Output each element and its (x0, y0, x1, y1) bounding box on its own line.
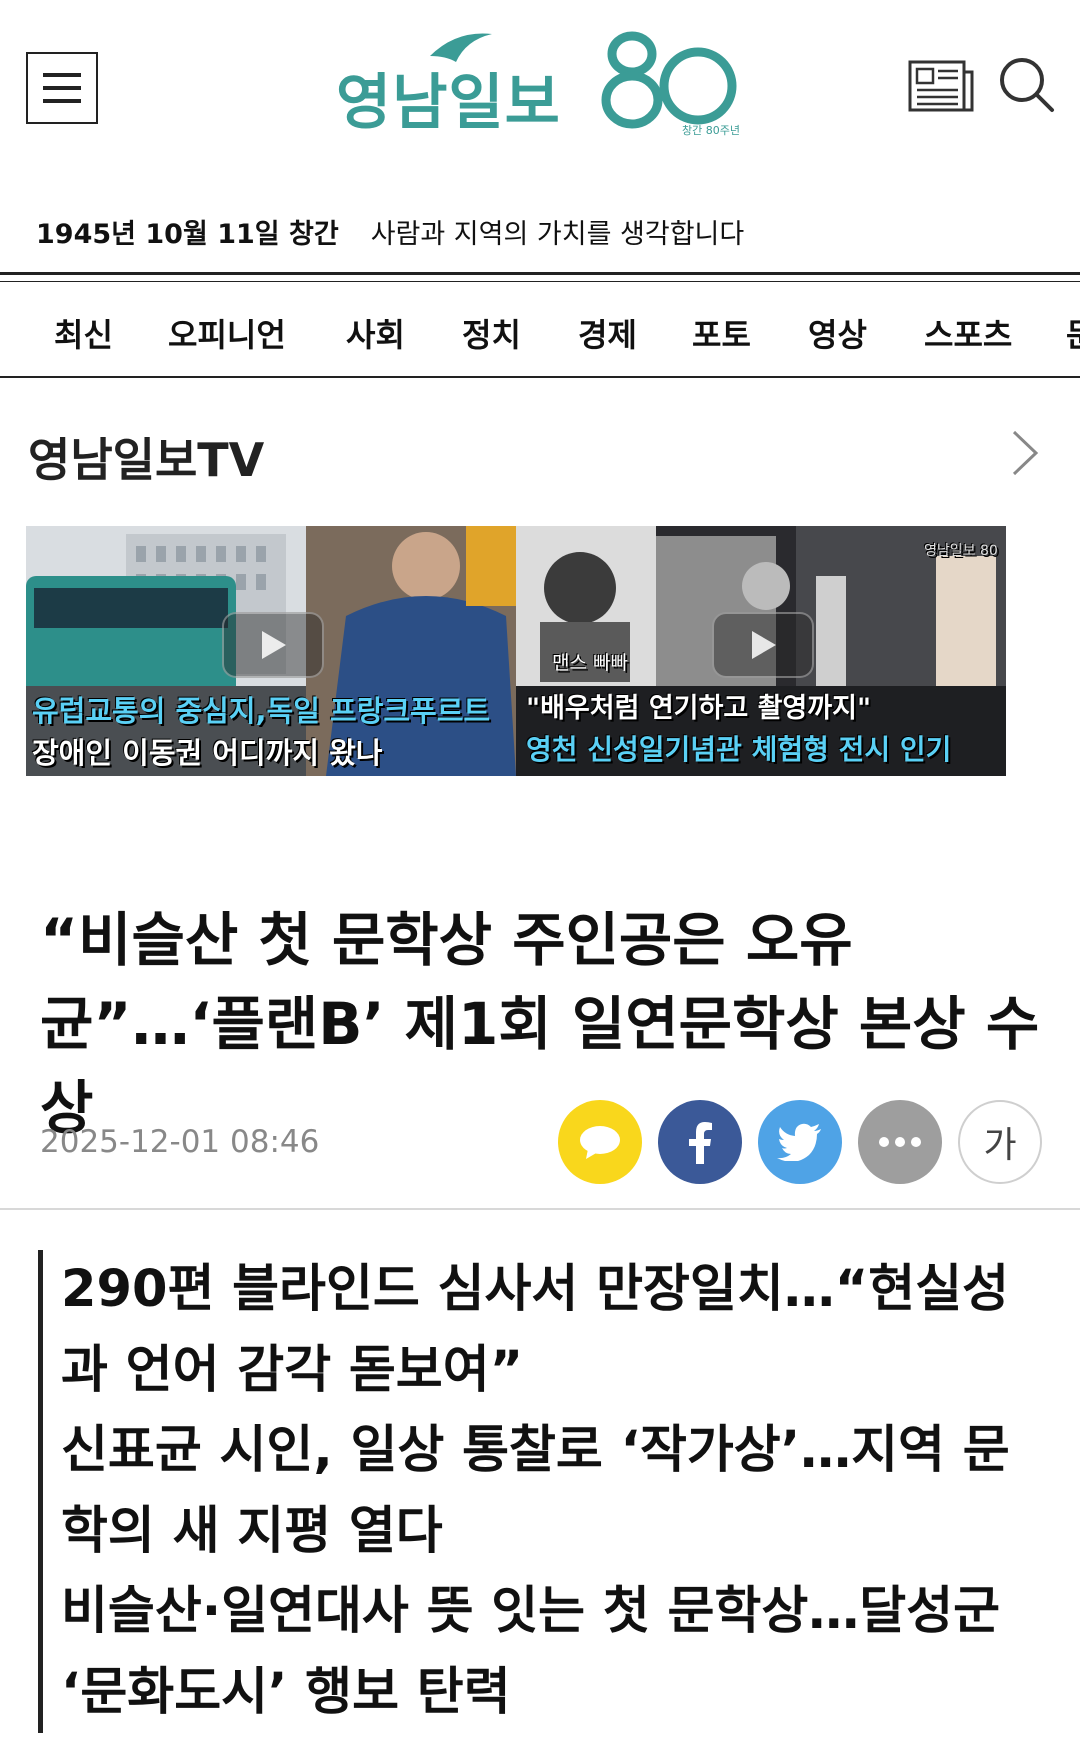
menu-icon-bar (43, 73, 81, 77)
site-logo[interactable]: 영남일보 창간 80주년 (330, 26, 750, 144)
more-share-button[interactable] (858, 1100, 942, 1184)
nav-item-politics[interactable]: 정치 (462, 310, 521, 356)
kakao-share-button[interactable] (558, 1100, 642, 1184)
slogan: 1945년 10월 11일 창간 사람과 지역의 가치를 생각합니다 (36, 212, 744, 251)
nav-item-society[interactable]: 사회 (346, 310, 405, 356)
play-icon (752, 631, 776, 659)
nav-item-photo[interactable]: 포토 (692, 310, 751, 356)
nav-item-video[interactable]: 영상 (808, 310, 867, 356)
section-nav: 최신 오피니언 사회 정치 경제 포토 영상 스포츠 문 (0, 282, 1080, 378)
menu-icon-bar (43, 99, 81, 103)
nav-item-opinion[interactable]: 오피니언 (168, 310, 286, 356)
video-thumbnail[interactable]: 맨스 빠빠 영남일보 80 "배우처럼 연기하고 촬영까지" 영천 신성일기념관… (516, 526, 1006, 776)
facebook-share-button[interactable] (658, 1100, 742, 1184)
chevron-right-icon[interactable] (1010, 428, 1040, 478)
nav-item-sports[interactable]: 스포츠 (924, 310, 1012, 356)
video-caption-line1: 유럽교통의 중심지,독일 프랑크푸르트 (32, 694, 491, 728)
more-icon (879, 1137, 921, 1147)
play-button[interactable] (712, 612, 814, 678)
video-watermark: 영남일보 80 (924, 543, 998, 559)
article-divider (0, 1208, 1080, 1210)
newspaper-icon[interactable] (908, 58, 974, 114)
video-caption-line2: 장애인 이동권 어디까지 왔나 (32, 736, 383, 770)
slogan-text: 사람과 지역의 가치를 생각합니다 (370, 219, 745, 250)
nav-item-latest[interactable]: 최신 (54, 310, 113, 356)
article-subheadlines: 290편 블라인드 심사서 만장일치…“현실성과 언어 감각 돋보여” 신표균 … (38, 1250, 1038, 1734)
nav-item-culture[interactable]: 문 (1066, 310, 1080, 356)
header-divider (0, 272, 1080, 282)
font-size-button[interactable]: 가 (958, 1100, 1042, 1184)
video-overlay-text: 맨스 빠빠 (552, 652, 628, 674)
menu-icon-bar (43, 86, 81, 90)
search-icon[interactable] (998, 56, 1056, 114)
subheadline: 290편 블라인드 심사서 만장일치…“현실성과 언어 감각 돋보여” (61, 1260, 1010, 1400)
founding-date: 1945년 10월 11일 창간 (36, 219, 339, 250)
speech-bubble-icon (580, 1126, 620, 1159)
subheadline: 신표균 시인, 일상 통찰로 ‘작가상’…지역 문학의 새 지평 열다 (61, 1421, 1010, 1561)
twitter-icon (777, 1123, 821, 1161)
play-button[interactable] (222, 612, 324, 678)
logo-80-emblem (601, 31, 737, 129)
site-header: 영남일보 창간 80주년 (0, 0, 1080, 180)
subheadline: 비슬산·일연대사 뜻 잇는 첫 문학상…달성군 ‘문화도시’ 행보 탄력 (61, 1582, 1001, 1722)
video-caption-line1: "배우처럼 연기하고 촬영까지" (526, 693, 872, 724)
video-thumbnail[interactable]: 유럽교통의 중심지,독일 프랑크푸르트 장애인 이동권 어디까지 왔나 (26, 526, 516, 776)
play-icon (262, 631, 286, 659)
facebook-icon (689, 1122, 712, 1164)
logo-bird-icon (430, 33, 492, 62)
tv-section-title[interactable]: 영남일보TV (28, 424, 264, 490)
twitter-share-button[interactable] (758, 1100, 842, 1184)
logo-tagline: 창간 80주년 (682, 124, 740, 137)
article-datetime: 2025-12-01 08:46 (40, 1124, 320, 1160)
menu-button[interactable] (26, 52, 98, 124)
nav-item-economy[interactable]: 경제 (578, 310, 637, 356)
video-caption-line2: 영천 신성일기념관 체험형 전시 인기 (526, 733, 952, 766)
video-carousel: 유럽교통의 중심지,독일 프랑크푸르트 장애인 이동권 어디까지 왔나 맨스 빠… (26, 526, 1006, 776)
